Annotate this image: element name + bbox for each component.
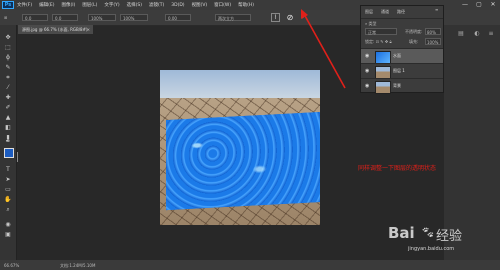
- menu-view[interactable]: 视图(V): [192, 2, 208, 8]
- panel-icon-2[interactable]: ◐: [472, 29, 482, 39]
- blend-row: 正常 不透明度: 80%: [361, 27, 443, 36]
- tab-layers[interactable]: 图层: [365, 9, 373, 15]
- angle-value: 0.00: [168, 16, 177, 21]
- paw-icon: 🐾︎: [421, 226, 435, 239]
- warp-icon[interactable]: ⌇: [271, 13, 280, 22]
- watermark-brand-2: 经验: [436, 229, 463, 244]
- tool-panel: ✥ ⬚ ϕ ✎ ⌗ ⁄ ✚ ✐ ▲ ◧ ▮ ✒ T ➤ ▭ ✋ ⌕ ◉ ▣: [0, 25, 18, 260]
- tab-paths[interactable]: 路径: [397, 9, 405, 15]
- document-tab[interactable]: 源图.jpg @ 66.7% (水面, RGB/8#) ×: [18, 25, 93, 34]
- annotation-text: 同样调整一下图层的透明状态: [358, 165, 437, 172]
- brush-tool-icon[interactable]: ✐: [3, 103, 13, 112]
- quick-mask-icon[interactable]: ◉: [3, 220, 13, 229]
- fill-value: 100%: [427, 40, 439, 45]
- y-value: 0.0: [55, 16, 62, 21]
- fill-label: 填充:: [409, 39, 419, 44]
- transform-reference-icon[interactable]: ⊞: [4, 15, 7, 20]
- width-value: 100%: [91, 16, 103, 21]
- healing-tool-icon[interactable]: ✚: [3, 93, 13, 102]
- close-document-icon[interactable]: ×: [87, 25, 90, 34]
- interpolation-select[interactable]: 两次立方: [215, 14, 251, 21]
- fill-row: 锁定: ⊡ ✎ ✥ 🔒︎ 填充: 100%: [361, 37, 443, 46]
- menu-window[interactable]: 窗口(W): [214, 2, 231, 8]
- hand-tool-icon[interactable]: ✋: [3, 195, 13, 204]
- watermark-url: jingyan.baidu.com: [408, 246, 455, 252]
- quick-select-tool-icon[interactable]: ✎: [3, 63, 13, 72]
- lasso-tool-icon[interactable]: ϕ: [3, 53, 13, 62]
- window-controls: — ▢ ✕: [458, 0, 500, 10]
- layer-row-water[interactable]: ◉ 水面: [361, 48, 443, 64]
- layer-name: 水面: [393, 53, 401, 58]
- opacity-field[interactable]: 80%: [425, 28, 441, 35]
- document-canvas[interactable]: [160, 70, 320, 225]
- layer-name: 背景: [393, 83, 401, 88]
- sky-area: [160, 70, 320, 98]
- menu-3d[interactable]: 3D(D): [171, 3, 184, 8]
- layer-thumbnail: [375, 81, 391, 94]
- cancel-icon[interactable]: ⊘: [285, 13, 295, 23]
- angle-field[interactable]: 0.00: [165, 14, 191, 21]
- watermark-brand: Bai: [388, 224, 415, 242]
- water-layer[interactable]: [166, 111, 320, 211]
- menu-select[interactable]: 选择(S): [127, 2, 142, 8]
- path-select-tool-icon[interactable]: ➤: [3, 175, 13, 184]
- menu-edit[interactable]: 编辑(E): [39, 2, 54, 8]
- visibility-eye-icon[interactable]: ◉: [365, 53, 369, 59]
- opacity-value: 80%: [427, 30, 436, 35]
- opacity-label: 不透明度:: [405, 29, 423, 34]
- eyedropper-tool-icon[interactable]: ⁄: [3, 83, 13, 92]
- maximize-button[interactable]: ▢: [472, 0, 486, 10]
- panel-icon-3[interactable]: ≡: [486, 29, 496, 39]
- interpolation-value: 两次立方: [218, 16, 234, 21]
- layer-name: 图层 1: [393, 68, 405, 73]
- menu-help[interactable]: 帮助(H): [238, 2, 254, 8]
- panel-icon-1[interactable]: ▤: [456, 29, 466, 39]
- baidu-watermark: Bai 🐾︎ 经验 jingyan.baidu.com: [388, 224, 498, 258]
- zoom-level[interactable]: 66.67%: [4, 263, 19, 268]
- pen-tool-icon[interactable]: ✒: [3, 137, 13, 146]
- menu-type[interactable]: 文字(Y): [104, 2, 119, 8]
- document-title: 源图.jpg @ 66.7% (水面, RGB/8#): [22, 27, 88, 32]
- fill-field[interactable]: 100%: [425, 38, 441, 45]
- height-field[interactable]: 100%: [120, 14, 148, 21]
- x-field[interactable]: 0.0: [22, 14, 48, 21]
- document-info: 文档:1.24M/5.10M: [60, 263, 96, 268]
- stamp-tool-icon[interactable]: ▲: [3, 113, 13, 122]
- x-value: 0.0: [25, 16, 32, 21]
- foreground-color-swatch[interactable]: [4, 148, 14, 158]
- width-field[interactable]: 100%: [88, 14, 116, 21]
- blend-mode-value: 正常: [368, 30, 376, 35]
- menu-file[interactable]: 文件(F): [17, 2, 32, 8]
- minimize-button[interactable]: —: [458, 0, 472, 10]
- layer-row-1[interactable]: ◉ 图层 1: [361, 63, 443, 79]
- photoshop-logo: Ps: [2, 1, 14, 9]
- layer-row-background[interactable]: ◉ 背景: [361, 78, 443, 94]
- shape-tool-icon[interactable]: ▭: [3, 185, 13, 194]
- lock-label: 锁定: ⊡ ✎ ✥ 🔒︎: [365, 39, 392, 44]
- layers-panel: 图层 通道 路径 ≡ ⌕ 类型 正常 不透明度: 80% 锁定: ⊡ ✎ ✥ 🔒…: [360, 5, 444, 94]
- blend-mode-select[interactable]: 正常: [365, 28, 397, 35]
- eraser-tool-icon[interactable]: ◧: [3, 123, 13, 132]
- tab-channels[interactable]: 通道: [381, 9, 389, 15]
- visibility-eye-icon[interactable]: ◉: [365, 83, 369, 89]
- commit-icon[interactable]: ✓: [299, 12, 309, 22]
- height-value: 100%: [123, 16, 135, 21]
- type-tool-icon[interactable]: T: [3, 165, 13, 174]
- y-field[interactable]: 0.0: [52, 14, 78, 21]
- move-tool-icon[interactable]: ✥: [3, 33, 13, 42]
- close-window-button[interactable]: ✕: [486, 0, 500, 10]
- crop-tool-icon[interactable]: ⌗: [3, 73, 13, 82]
- screen-mode-icon[interactable]: ▣: [3, 230, 13, 239]
- status-bar: 66.67% 文档:1.24M/5.10M: [0, 260, 500, 270]
- menu-filter[interactable]: 滤镜(T): [149, 2, 164, 8]
- menu-layer[interactable]: 图层(L): [82, 2, 97, 8]
- marquee-tool-icon[interactable]: ⬚: [3, 43, 13, 52]
- menu-image[interactable]: 图像(I): [61, 2, 75, 8]
- zoom-tool-icon[interactable]: ⌕: [3, 205, 13, 214]
- panel-menu-icon[interactable]: ≡: [435, 7, 438, 12]
- layer-filter-row: ⌕ 类型: [361, 18, 443, 26]
- visibility-eye-icon[interactable]: ◉: [365, 68, 369, 74]
